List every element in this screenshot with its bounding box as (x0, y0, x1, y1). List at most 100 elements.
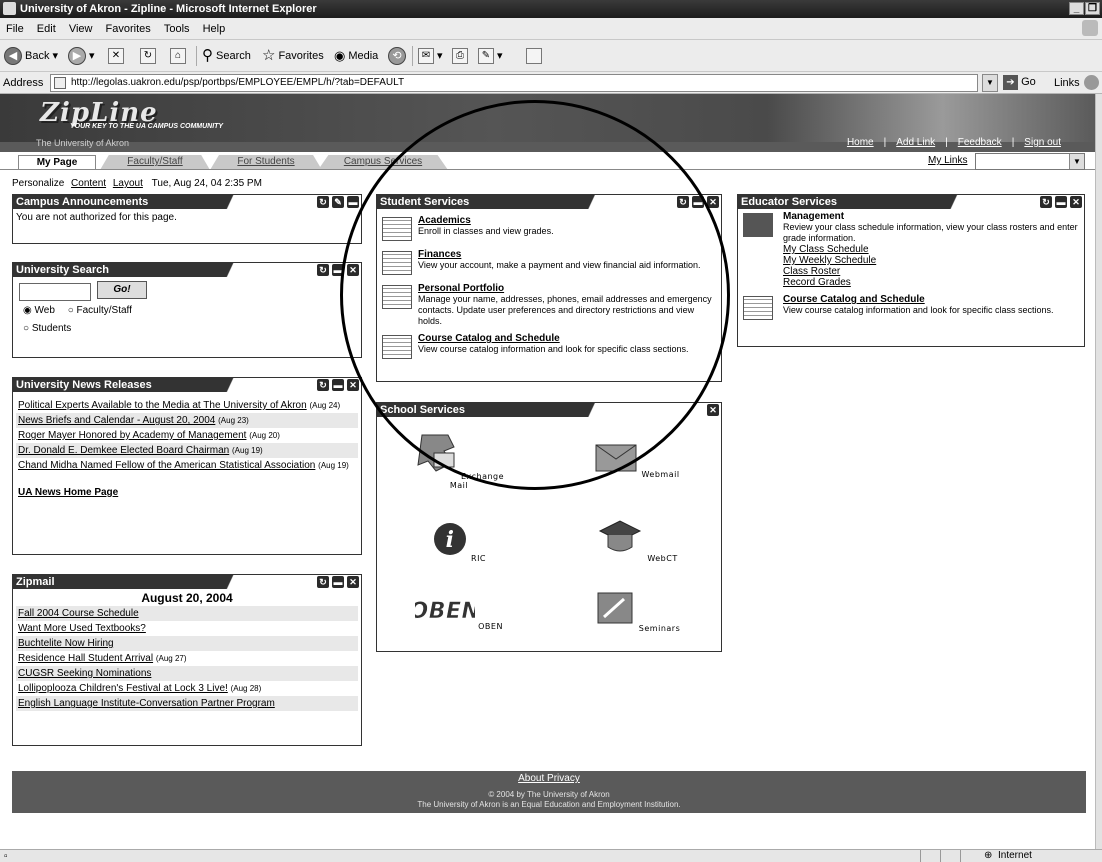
class-roster-link[interactable]: Class Roster (783, 266, 1081, 277)
my-links-label[interactable]: My Links (928, 155, 967, 166)
print-button[interactable]: ⎙ (452, 45, 471, 67)
edit-button[interactable]: ✎ ▾ (478, 45, 503, 67)
course-catalog-link[interactable]: Course Catalog and Schedule (783, 294, 1081, 305)
pagelet-title: Educator Services (741, 196, 837, 208)
tab-campus-services[interactable]: Campus Services (318, 155, 448, 170)
refresh-icon[interactable]: ↻ (1040, 196, 1052, 208)
minimize-icon[interactable]: ▬ (347, 196, 359, 208)
search-input[interactable] (19, 283, 91, 301)
pagelet-title: University News Releases (16, 379, 152, 391)
my-class-schedule-link[interactable]: My Class Schedule (783, 244, 1081, 255)
chevron-down-icon: ▼ (1069, 154, 1084, 169)
close-icon[interactable]: ✕ (1070, 196, 1082, 208)
tab-my-page[interactable]: My Page (18, 155, 96, 170)
news-link[interactable]: Political Experts Available to the Media… (18, 400, 307, 411)
news-item: Political Experts Available to the Media… (18, 400, 341, 411)
news-link[interactable]: Chand Midha Named Fellow of the American… (18, 460, 315, 471)
page-icon (54, 77, 66, 89)
home-button[interactable]: ⌂ (170, 45, 189, 67)
content-link[interactable]: Content (71, 178, 106, 189)
radio-students[interactable]: ○ Students (23, 323, 71, 334)
links-button[interactable]: Links (1054, 72, 1080, 94)
stop-button[interactable]: ✕ (108, 45, 127, 67)
oben-link[interactable]: OBEN OBEN (409, 595, 509, 631)
refresh-icon[interactable]: ↻ (317, 196, 329, 208)
media-button[interactable]: ◉ Media (334, 45, 378, 67)
service-academics: Academics Enroll in classes and view grad… (380, 215, 718, 243)
address-input[interactable]: http://legolas.uakron.edu/psp/portbps/EM… (50, 74, 978, 92)
minimize-icon[interactable]: ▬ (332, 379, 344, 391)
discuss-button[interactable] (526, 45, 545, 67)
my-weekly-schedule-link[interactable]: My Weekly Schedule (783, 255, 1081, 266)
about-privacy-link[interactable]: About Privacy (12, 773, 1086, 784)
address-dropdown[interactable]: ▼ (982, 74, 998, 92)
radio-faculty-staff[interactable]: ○ Faculty/Staff (68, 305, 132, 316)
news-link[interactable]: Dr. Donald E. Demkee Elected Board Chair… (18, 445, 229, 456)
refresh-button[interactable]: ↻ (140, 45, 159, 67)
close-icon[interactable]: ✕ (347, 379, 359, 391)
close-icon[interactable]: ✕ (707, 196, 719, 208)
menu-favorites[interactable]: Favorites (106, 23, 151, 35)
radio-web[interactable]: ◉ Web ○ Faculty/Staff (23, 305, 132, 316)
svg-text:OBEN: OBEN (415, 599, 475, 624)
menu-file[interactable]: File (6, 23, 24, 35)
close-icon[interactable]: ✕ (707, 404, 719, 416)
address-bar: Address http://legolas.uakron.edu/psp/po… (0, 72, 1102, 94)
go-button[interactable]: ➔ Go (1003, 74, 1045, 92)
minimize-icon[interactable]: ▬ (332, 576, 344, 588)
news-link[interactable]: Roger Mayer Honored by Academy of Manage… (18, 430, 246, 441)
sign-out-link[interactable]: Sign out (1024, 137, 1061, 148)
minimize-button[interactable]: _ (1069, 2, 1084, 15)
refresh-icon: ↻ (140, 48, 156, 65)
academics-link[interactable]: Academics (418, 215, 718, 226)
refresh-icon[interactable]: ↻ (317, 576, 329, 588)
search-button[interactable]: ⚲ Search (202, 45, 251, 67)
oben-logo-icon: OBEN (409, 599, 480, 625)
tab-for-students[interactable]: For Students (210, 155, 322, 170)
news-home-link[interactable]: UA News Home Page (18, 487, 118, 498)
menu-view[interactable]: View (69, 23, 93, 35)
minimize-icon[interactable]: ▬ (1055, 196, 1067, 208)
forward-button[interactable]: ▶ ▾ (68, 45, 95, 67)
close-icon[interactable]: ✕ (347, 576, 359, 588)
pagelet-title: Campus Announcements (16, 196, 149, 208)
record-grades-link[interactable]: Record Grades (783, 277, 1081, 288)
history-button[interactable]: ⟲ (388, 45, 409, 67)
refresh-icon[interactable]: ↻ (677, 196, 689, 208)
menu-edit[interactable]: Edit (37, 23, 56, 35)
back-button[interactable]: ◀ Back ▾ (4, 45, 58, 67)
course-catalog-link[interactable]: Course Catalog and Schedule (418, 333, 718, 344)
news-link[interactable]: News Briefs and Calendar - August 20, 20… (18, 415, 215, 426)
minimize-icon[interactable]: ▬ (692, 196, 704, 208)
finances-icon (382, 251, 412, 275)
refresh-icon[interactable]: ↻ (317, 379, 329, 391)
page-viewport: ZipLine YOUR KEY TO THE UA CAMPUS COMMUN… (0, 94, 1096, 849)
toolbar: ◀ Back ▾ ▶ ▾ ✕ ↻ ⌂ ⚲ Search ☆ Favorites ◉ Med… (0, 40, 1102, 72)
portfolio-link[interactable]: Personal Portfolio (418, 283, 718, 294)
webct-link[interactable]: WebCT (587, 517, 687, 563)
ric-link[interactable]: i RIC (409, 521, 509, 563)
webmail-link[interactable]: Webmail (587, 443, 687, 479)
restore-button[interactable]: ❐ (1085, 2, 1100, 15)
search-label: Search (216, 50, 251, 62)
search-go-button[interactable]: Go! (97, 281, 147, 299)
close-icon[interactable]: ✕ (347, 264, 359, 276)
window-title: University of Akron - Zipline - Microsof… (20, 3, 317, 15)
layout-link[interactable]: Layout (113, 178, 143, 189)
add-link-link[interactable]: Add Link (896, 137, 935, 148)
exchange-mail-link[interactable]: Exchange Mail (409, 431, 509, 490)
my-links-select[interactable]: ▼ (975, 153, 1085, 170)
tab-faculty-staff[interactable]: Faculty/Staff (100, 155, 210, 170)
feedback-link[interactable]: Feedback (958, 137, 1002, 148)
minimize-icon[interactable]: ▬ (332, 264, 344, 276)
mail-button[interactable]: ✉ ▾ (418, 45, 443, 67)
home-link[interactable]: Home (847, 137, 874, 148)
vertical-scrollbar[interactable] (1096, 94, 1102, 849)
edit-icon[interactable]: ✎ (332, 196, 344, 208)
menu-help[interactable]: Help (203, 23, 226, 35)
finances-link[interactable]: Finances (418, 249, 718, 260)
refresh-icon[interactable]: ↻ (317, 264, 329, 276)
favorites-button[interactable]: ☆ Favorites (262, 45, 324, 67)
seminars-link[interactable]: Seminars (587, 591, 687, 633)
menu-tools[interactable]: Tools (164, 23, 190, 35)
